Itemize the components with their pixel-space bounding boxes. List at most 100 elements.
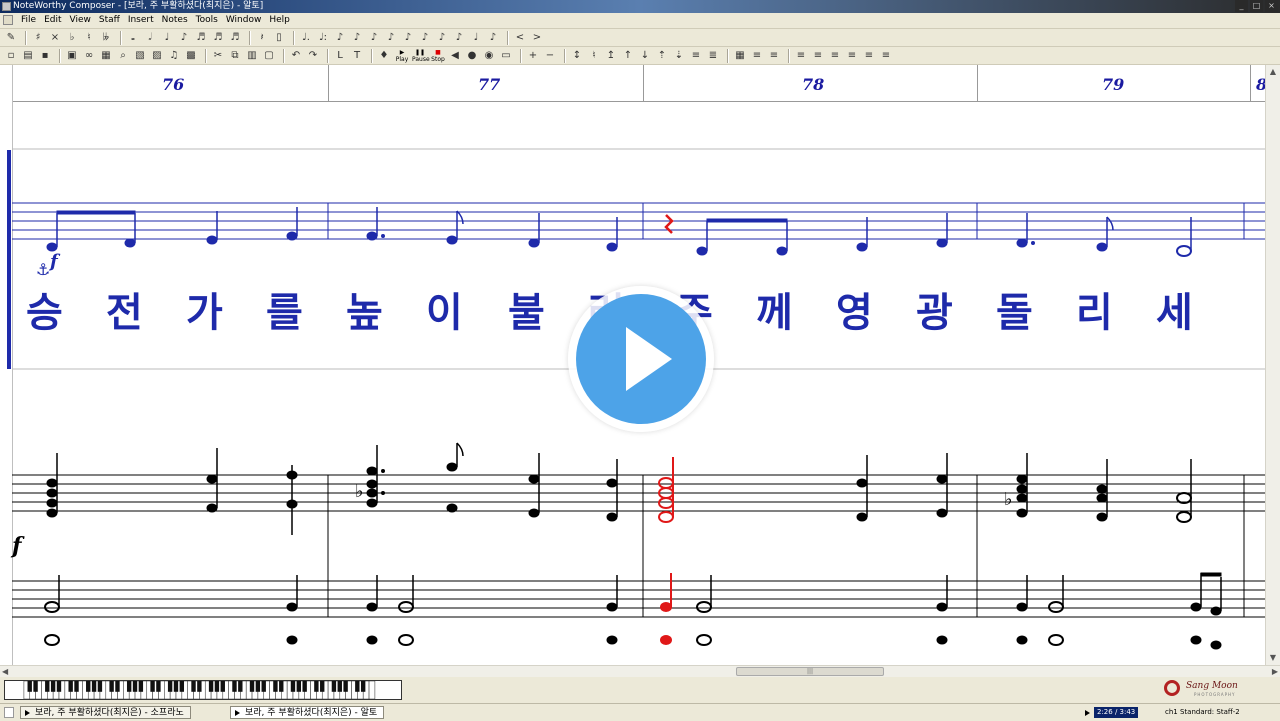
black-key[interactable]: [279, 681, 284, 692]
note[interactable]: [366, 635, 378, 645]
menu-help[interactable]: Help: [265, 13, 294, 28]
thirty-second-note-icon[interactable]: ♬: [211, 31, 225, 45]
double-dotted-note-icon[interactable]: ♩:: [316, 31, 330, 45]
black-key[interactable]: [296, 681, 302, 692]
scroll-thumb[interactable]: |||: [736, 667, 884, 676]
note[interactable]: [446, 235, 458, 245]
accent-icon[interactable]: ♪: [350, 31, 364, 45]
black-key[interactable]: [68, 681, 73, 692]
chord-note[interactable]: [46, 508, 58, 518]
flat-icon[interactable]: ♭: [65, 31, 79, 45]
note[interactable]: [286, 602, 298, 612]
chord-note[interactable]: [1096, 484, 1108, 494]
half-note[interactable]: [1048, 634, 1064, 646]
half-note[interactable]: [1176, 245, 1192, 257]
tab-soprano[interactable]: 보라, 주 부활하셨다(최지은) - 소프라노: [20, 706, 191, 719]
black-key[interactable]: [208, 681, 214, 692]
black-key[interactable]: [126, 681, 132, 692]
chord-note[interactable]: [366, 498, 378, 508]
chord-note[interactable]: [366, 466, 378, 476]
black-key[interactable]: [50, 681, 56, 692]
lyrics-icon[interactable]: L: [333, 49, 347, 63]
dotted-note-icon[interactable]: ♩.: [299, 31, 313, 45]
menu-edit[interactable]: Edit: [40, 13, 65, 28]
pause-button[interactable]: ❚❚ Pause: [412, 49, 430, 63]
maximize-button[interactable]: □: [1250, 0, 1263, 12]
staccato-icon[interactable]: ♪: [333, 31, 347, 45]
find-icon[interactable]: ▨: [150, 49, 164, 63]
beam-icon[interactable]: ♪: [452, 31, 466, 45]
note[interactable]: [936, 238, 948, 248]
scroll-up-icon[interactable]: ▲: [1266, 65, 1280, 79]
triplet-icon[interactable]: ♪: [401, 31, 415, 45]
scroll-down-icon[interactable]: ▼: [1266, 651, 1280, 665]
text-icon[interactable]: T: [350, 49, 364, 63]
chord-note[interactable]: [1016, 474, 1028, 484]
whole-note-icon[interactable]: 𝅝: [126, 31, 140, 45]
note[interactable]: [856, 242, 868, 252]
black-key[interactable]: [45, 681, 50, 692]
black-key[interactable]: [91, 681, 97, 692]
black-key[interactable]: [167, 681, 173, 692]
double-flat-icon[interactable]: 𝄫: [99, 31, 113, 45]
layout-1-icon[interactable]: ≡: [794, 49, 808, 63]
staff-props-icon[interactable]: ≡: [689, 49, 703, 63]
layout-6-icon[interactable]: ≡: [879, 49, 893, 63]
note[interactable]: [46, 242, 58, 252]
print-icon[interactable]: ▣: [65, 49, 79, 63]
note[interactable]: [1016, 238, 1028, 248]
chord-note[interactable]: [46, 488, 58, 498]
half-note[interactable]: [44, 601, 60, 613]
black-key[interactable]: [138, 681, 144, 692]
delete-icon[interactable]: ▢: [262, 49, 276, 63]
move-up-icon[interactable]: ⇡: [655, 49, 669, 63]
note[interactable]: [936, 635, 948, 645]
half-note[interactable]: [44, 634, 60, 646]
undo-icon[interactable]: ↶: [289, 49, 303, 63]
chord-note[interactable]: [446, 462, 458, 472]
grace-note-icon[interactable]: ♪: [384, 31, 398, 45]
note[interactable]: [1016, 602, 1028, 612]
staff-lines-icon[interactable]: ≣: [706, 49, 720, 63]
tab-alto[interactable]: 보라, 주 부활하셨다(최지은) - 알토: [230, 706, 385, 719]
highlighted-half-note[interactable]: [658, 511, 674, 523]
chord-note[interactable]: [366, 479, 378, 489]
interval-down-icon[interactable]: ↓: [638, 49, 652, 63]
note[interactable]: [1190, 602, 1202, 612]
save-file-icon[interactable]: ▪: [38, 49, 52, 63]
close-button[interactable]: ×: [1265, 0, 1278, 12]
black-key[interactable]: [302, 681, 307, 692]
black-key[interactable]: [33, 681, 38, 692]
page-setup-icon[interactable]: ▦: [99, 49, 113, 63]
half-note[interactable]: [1176, 511, 1192, 523]
stem-up-icon[interactable]: ♩: [469, 31, 483, 45]
black-key[interactable]: [97, 681, 103, 692]
note[interactable]: [776, 246, 788, 256]
black-key[interactable]: [173, 681, 179, 692]
document-icon[interactable]: [3, 15, 13, 25]
chord-note[interactable]: [1016, 508, 1028, 518]
layout-4-icon[interactable]: ≡: [845, 49, 859, 63]
black-key[interactable]: [360, 681, 366, 692]
note[interactable]: [366, 231, 378, 241]
chord-icon[interactable]: ▯: [272, 31, 286, 45]
note[interactable]: [528, 238, 540, 248]
chord-note[interactable]: [206, 474, 218, 484]
layout-3-icon[interactable]: ≡: [828, 49, 842, 63]
black-key[interactable]: [320, 681, 325, 692]
black-key[interactable]: [132, 681, 138, 692]
note[interactable]: [286, 231, 298, 241]
paste-icon[interactable]: ▥: [245, 49, 259, 63]
diminuendo-icon[interactable]: >: [530, 31, 544, 45]
black-key[interactable]: [343, 681, 348, 692]
chord-note[interactable]: [936, 508, 948, 518]
note[interactable]: [1016, 635, 1028, 645]
highlighted-note[interactable]: [660, 602, 672, 612]
black-key[interactable]: [197, 681, 202, 692]
note[interactable]: [1210, 606, 1222, 616]
menu-staff[interactable]: Staff: [95, 13, 124, 28]
transpose-icon[interactable]: ↕: [570, 49, 584, 63]
redo-icon[interactable]: ↷: [306, 49, 320, 63]
align-center-icon[interactable]: ≡: [767, 49, 781, 63]
delete-bar-icon[interactable]: −: [543, 49, 557, 63]
